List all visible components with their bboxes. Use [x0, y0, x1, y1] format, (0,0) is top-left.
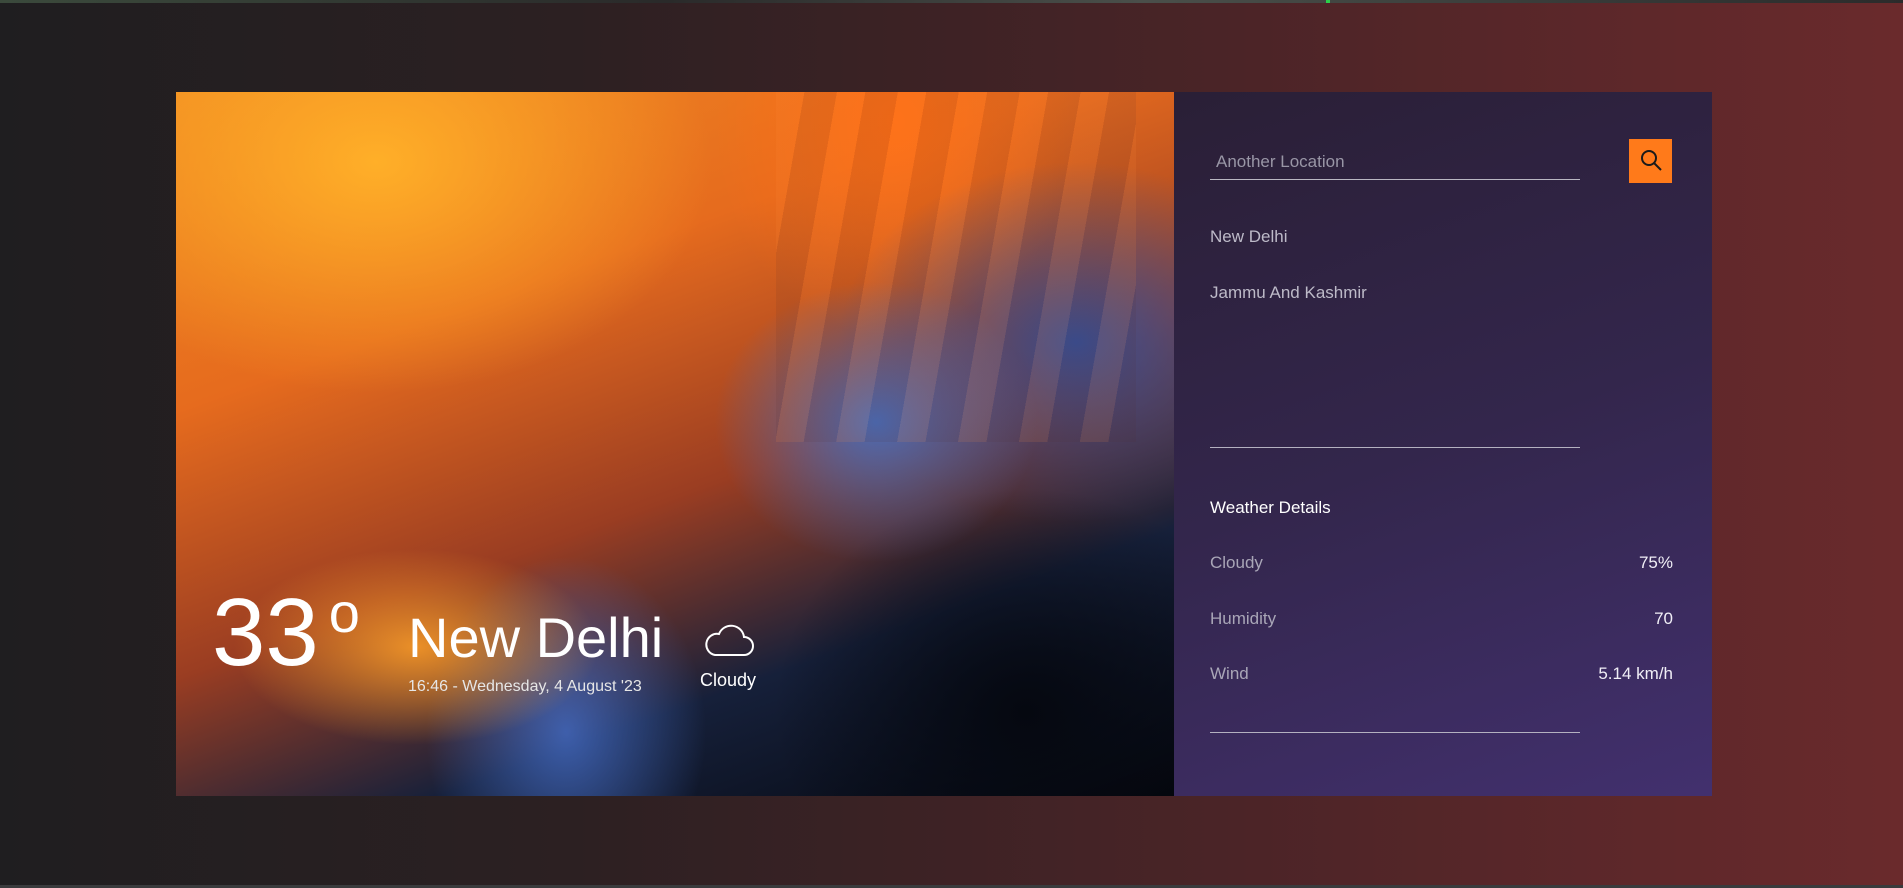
weather-app-card: 33 o New Delhi 16:46 - Wednesday, 4 Augu… [176, 92, 1712, 796]
cloud-icon [701, 624, 755, 658]
location-search-input[interactable] [1210, 144, 1580, 180]
top-edge-bar [0, 0, 1903, 3]
sidebar-panel: New Delhi Jammu And Kashmir Weather Deta… [1174, 92, 1712, 796]
detail-value: 70 [1654, 609, 1673, 628]
detail-label: Humidity [1210, 609, 1277, 628]
temperature-display: 33 o [212, 585, 360, 681]
search-button[interactable] [1629, 139, 1672, 183]
search-icon [1639, 148, 1663, 175]
location-item[interactable]: Jammu And Kashmir [1210, 283, 1367, 303]
location-item[interactable]: New Delhi [1210, 227, 1287, 247]
detail-row-humidity: Humidity 70 [1210, 609, 1673, 629]
degree-symbol: o [328, 581, 360, 644]
weather-details-heading: Weather Details [1210, 498, 1331, 517]
detail-row-cloudy: Cloudy 75% [1210, 553, 1673, 573]
weather-condition: Cloudy [688, 624, 768, 691]
date-time: 16:46 - Wednesday, 4 August '23 [408, 678, 642, 695]
divider [1210, 732, 1580, 733]
detail-label: Wind [1210, 664, 1249, 683]
city-name: New Delhi [408, 606, 664, 669]
weather-hero-panel: 33 o New Delhi 16:46 - Wednesday, 4 Augu… [176, 92, 1174, 796]
temperature-value: 33 [212, 579, 319, 686]
detail-row-wind: Wind 5.14 km/h [1210, 664, 1673, 684]
detail-value: 75% [1638, 553, 1673, 572]
detail-label: Cloudy [1210, 553, 1263, 572]
condition-label: Cloudy [699, 670, 757, 690]
detail-value: 5.14 km/h [1598, 664, 1673, 683]
status-dot [1326, 0, 1330, 3]
sky-background [776, 92, 1136, 442]
divider [1210, 447, 1580, 448]
